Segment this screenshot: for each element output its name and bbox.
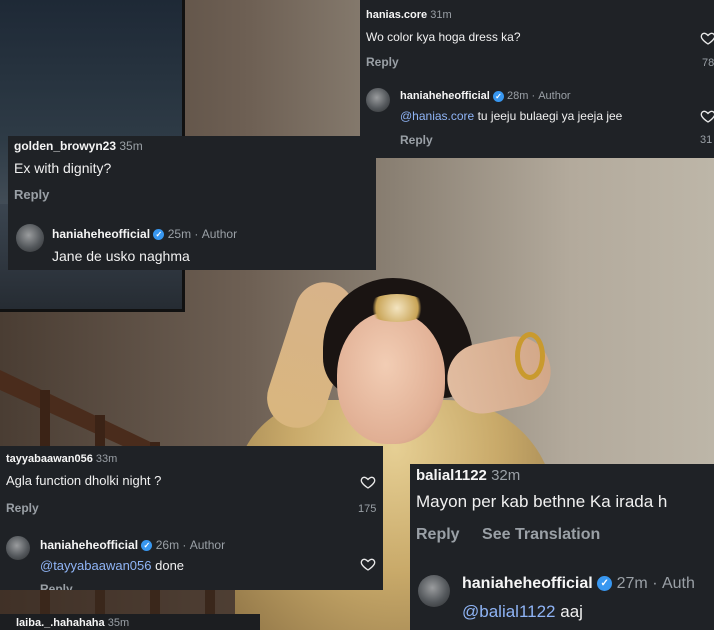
comment-timestamp: 31m [430,9,452,21]
avatar[interactable] [16,224,44,252]
reply-button[interactable]: Reply [6,501,39,515]
like-count: 31 [700,134,713,146]
author-label: Author [201,227,238,241]
author-label: Author [538,90,571,102]
comment-username[interactable]: tayyabaawan056 [6,453,93,465]
comment-timestamp: 33m [95,453,118,465]
comment-card-golden-browyn23: golden_browyn23 35m Ex with dignity? Rep… [8,136,376,270]
heart-outline-icon[interactable] [360,474,376,490]
comment-header: laiba._.hahahaha 35m [16,617,129,629]
reply-timestamp: 28m [506,90,529,102]
comment-card-laiba: laiba._.hahahaha 35m [0,614,260,630]
comment-card-hanias-core: hanias.core 31m Wo color kya hoga dress … [360,0,714,158]
reply-header: haniaheheofficial ✓ 26m · Author [40,538,226,552]
reply-header: haniaheheofficial ✓ 25m · Author [52,227,238,241]
author-label: Auth [661,575,695,592]
mention-link[interactable]: @balial1122 [462,602,556,621]
avatar[interactable] [6,536,30,560]
gold-bangle [515,332,545,380]
verified-badge-icon: ✓ [141,540,153,552]
reply-header: haniaheheofficial ✓ 28m · Author [400,90,571,102]
comment-header: balial1122 32m [416,467,520,484]
face [337,312,445,444]
comment-text: Mayon per kab bethne Ka irada h [416,492,668,511]
reply-timestamp: 27m [616,575,648,592]
comment-username[interactable]: golden_browyn23 [14,139,116,153]
reply-header: haniaheheofficial ✓ 27m · Auth [462,575,695,592]
comment-card-tayyabaawan056: tayyabaawan056 33m Agla function dholki … [0,446,383,590]
heart-outline-icon[interactable] [360,556,376,572]
like-count: 78 [702,57,714,69]
reply-text: @hanias.core tu jeeju bulaegi ya jeeja j… [400,109,623,123]
mention-link[interactable]: @tayyabaawan056 [40,558,152,573]
reply-button[interactable]: Reply [366,55,399,69]
comment-timestamp: 35m [107,617,130,629]
reply-username[interactable]: haniaheheofficial [400,90,490,102]
verified-badge-icon: ✓ [597,576,613,592]
avatar[interactable] [418,575,450,607]
reply-timestamp: 25m [167,227,192,241]
comment-timestamp: 35m [119,139,143,153]
author-label: Author [189,538,226,552]
reply-button[interactable]: Reply [14,187,49,202]
reply-timestamp: 26m [155,538,180,552]
heart-outline-icon[interactable] [700,30,714,46]
comment-username[interactable]: hanias.core [366,9,427,21]
maang-tikka-jewelry [365,294,429,322]
comment-text: Wo color kya hoga dress ka? [366,30,521,44]
like-count: 175 [358,503,377,515]
comment-actions: Reply See Translation [416,526,600,544]
verified-badge-icon: ✓ [492,90,504,102]
comment-header: golden_browyn23 35m [14,139,143,153]
comment-header: hanias.core 31m [366,9,452,21]
reply-username[interactable]: haniaheheofficial [462,575,593,592]
reply-username[interactable]: haniaheheofficial [40,538,138,552]
comment-username[interactable]: laiba._.hahahaha [16,617,105,629]
reply-button[interactable]: Reply [416,526,460,543]
reply-username[interactable]: haniaheheofficial [52,227,150,241]
comment-text: Agla function dholki night ? [6,473,162,488]
reply-text: @tayyabaawan056 done [40,558,185,573]
comment-text: Ex with dignity? [14,160,112,176]
reply-text: Jane de usko naghma [52,248,190,264]
comment-card-balial1122: balial1122 32m Mayon per kab bethne Ka i… [410,464,714,630]
avatar[interactable] [366,88,390,112]
reply-button[interactable]: Reply [40,582,73,590]
mention-link[interactable]: @hanias.core [400,109,474,123]
comment-timestamp: 32m [491,467,521,484]
reply-button[interactable]: Reply [400,133,433,147]
heart-outline-icon[interactable] [700,108,714,124]
comment-header: tayyabaawan056 33m [6,453,117,465]
see-translation-button[interactable]: See Translation [482,526,600,543]
comment-username[interactable]: balial1122 [416,467,487,484]
reply-text: @balial1122 aaj [462,602,583,621]
verified-badge-icon: ✓ [153,229,165,241]
